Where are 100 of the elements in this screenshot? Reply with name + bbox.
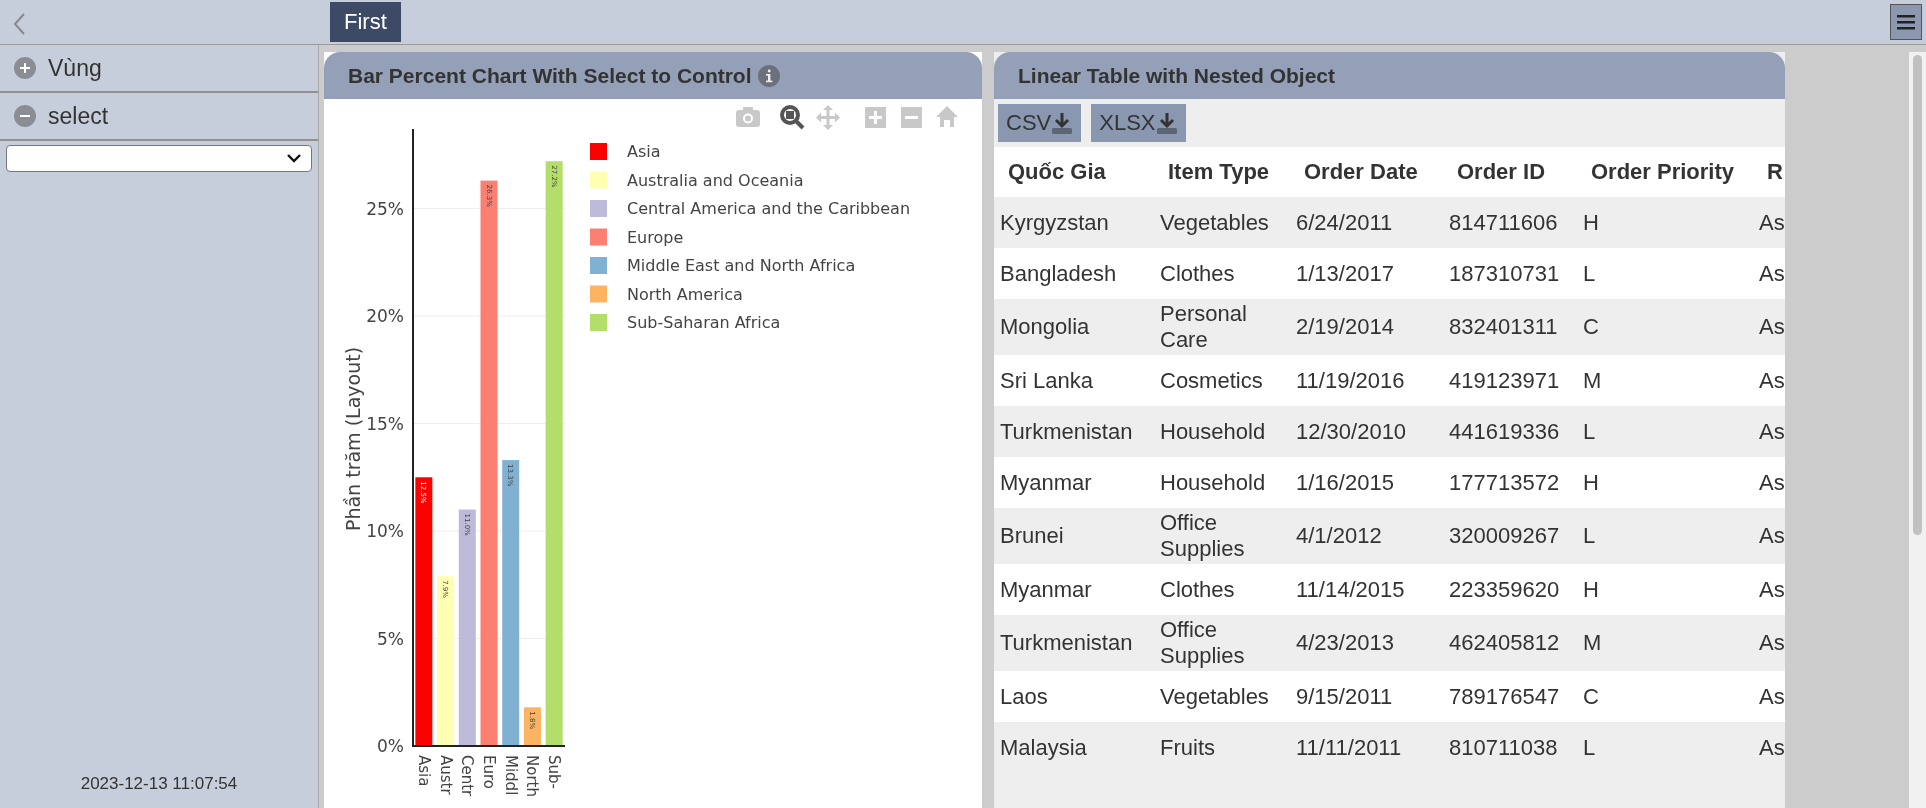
axis-tick-label: 25% (366, 198, 404, 219)
legend-swatch[interactable] (590, 171, 607, 189)
caret-down-icon (287, 154, 301, 163)
scrollbar[interactable] (1909, 52, 1926, 808)
table-cell: Bangladesh (994, 248, 1154, 299)
axis-tick-label: 15% (366, 413, 404, 434)
column-header[interactable]: Quốc Gia (994, 147, 1154, 197)
column-header[interactable]: R (1753, 147, 1785, 197)
column-header[interactable]: Order ID (1443, 147, 1577, 197)
table-cell: As (1753, 671, 1785, 722)
table-cell: Clothes (1154, 248, 1290, 299)
axis-label: Austr (436, 755, 455, 795)
table-cell: Personal Care (1154, 299, 1290, 355)
table-cell: 11/14/2015 (1290, 564, 1443, 615)
info-icon[interactable] (757, 64, 780, 87)
axis-tick-label: 10% (366, 521, 404, 541)
table-cell: 4/23/2013 (1290, 615, 1443, 671)
legend-swatch[interactable] (590, 143, 607, 160)
column-header[interactable]: Order Date (1290, 147, 1443, 197)
menu-button[interactable] (1890, 4, 1922, 40)
legend-label[interactable]: Central America and the Caribbean (627, 199, 911, 218)
legend-swatch[interactable] (590, 228, 607, 246)
column-header[interactable]: Order Priority (1577, 147, 1753, 197)
panel-title: Bar Percent Chart With Select to Control (348, 63, 752, 88)
table-cell: Clothes (1154, 564, 1290, 615)
zoom-in-icon[interactable] (865, 107, 886, 128)
zoom-icon[interactable] (780, 105, 805, 130)
table-cell: 832401311 (1443, 299, 1577, 355)
legend-label[interactable]: Middle East and North Africa (627, 256, 856, 275)
bar[interactable] (523, 707, 541, 746)
table-cell: Office Supplies (1154, 615, 1290, 671)
table-cell: As (1753, 355, 1785, 406)
tab[interactable]: First (330, 2, 401, 42)
table-cell: M (1577, 355, 1753, 406)
axis-tick-label: 5% (377, 628, 404, 649)
table-cell: 4/1/2012 (1290, 508, 1443, 564)
legend-label[interactable]: Sub-Saharan Africa (627, 313, 781, 332)
legend-swatch[interactable] (590, 285, 607, 303)
home-icon[interactable] (936, 106, 958, 127)
menu-icon (1897, 14, 1915, 30)
table-cell: Vegetables (1154, 671, 1290, 722)
table-cell: C (1577, 671, 1753, 722)
zoom-out-icon[interactable] (901, 107, 922, 128)
table-cell: 419123971 (1443, 355, 1577, 406)
sidebar-item[interactable]: Vùng (0, 45, 318, 93)
select-field[interactable] (6, 145, 312, 172)
table-cell: As (1753, 299, 1785, 355)
legend-label[interactable]: Australia and Oceania (627, 170, 804, 190)
table-cell: 12/30/2010 (1290, 406, 1443, 457)
sidebar-item[interactable]: select (0, 93, 318, 141)
table-cell: 1/16/2015 (1290, 457, 1443, 508)
table-cell: L (1577, 248, 1753, 299)
axis-label: Asia (414, 755, 433, 787)
table-cell: Sri Lanka (994, 355, 1154, 406)
table-cell: As (1753, 248, 1785, 299)
axis-label: Middl (501, 755, 520, 796)
table-cell: 223359620 (1443, 564, 1577, 615)
camera-icon[interactable] (736, 107, 760, 127)
table-cell: As (1753, 615, 1785, 671)
axis-tick-label: 20% (366, 306, 404, 327)
table-cell: L (1577, 406, 1753, 457)
download-icon (1155, 112, 1178, 134)
table-cell: H (1577, 197, 1753, 248)
axis-label: Sub- (545, 755, 564, 789)
table-cell: Cosmetics (1154, 355, 1290, 406)
scrollbar-thumb[interactable] (1913, 55, 1922, 535)
legend-label[interactable]: Asia (627, 142, 661, 161)
table-cell: H (1577, 457, 1753, 508)
table-cell: 177713572 (1443, 457, 1577, 508)
table-cell: 11/19/2016 (1290, 355, 1443, 406)
table-cell: Vegetables (1154, 197, 1290, 248)
download-icon (1051, 112, 1074, 134)
table-cell: Kyrgyzstan (994, 197, 1154, 248)
legend-swatch[interactable] (590, 200, 607, 217)
legend-swatch[interactable] (590, 257, 607, 274)
axis-label: Centr (458, 755, 477, 797)
table-cell: As (1753, 508, 1785, 564)
table-cell: 9/15/2011 (1290, 671, 1443, 722)
table-cell: 1/13/2017 (1290, 248, 1443, 299)
table-cell: L (1577, 508, 1753, 564)
axis-label: North (523, 755, 542, 797)
export-button[interactable]: XLSX (1091, 104, 1186, 142)
export-button[interactable]: CSV (998, 104, 1082, 142)
table-cell: M (1577, 615, 1753, 671)
move-icon[interactable] (816, 105, 840, 130)
legend-swatch[interactable] (590, 314, 607, 331)
table-cell: C (1577, 299, 1753, 355)
table-cell: As (1753, 564, 1785, 615)
column-header[interactable]: Item Type (1154, 147, 1290, 197)
table-cell: Office Supplies (1154, 508, 1290, 564)
table-cell: 789176547 (1443, 671, 1577, 722)
legend-label[interactable]: North America (627, 284, 743, 304)
chevron-left-icon (12, 12, 26, 36)
legend-label[interactable]: Europe (627, 227, 684, 247)
table-cell: Turkmenistan (994, 406, 1154, 457)
table-cell: As (1753, 457, 1785, 508)
table-cell: 441619336 (1443, 406, 1577, 457)
axis-title: Phần trăm (Layout) (342, 346, 364, 532)
table-cell: Mongolia (994, 299, 1154, 355)
table-cell: Household (1154, 457, 1290, 508)
